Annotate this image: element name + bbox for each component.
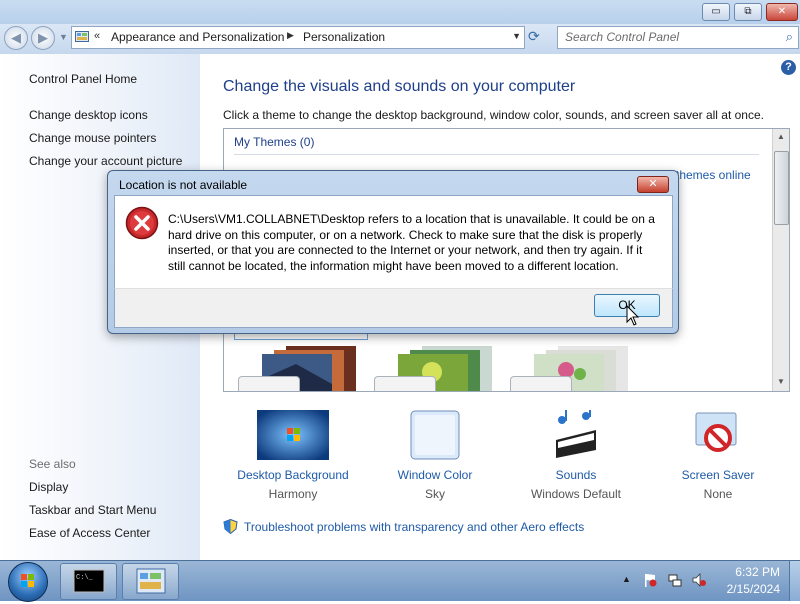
navigation-bar: ◀ ▶ ▼ « Appearance and Personalization ▶… bbox=[0, 24, 800, 54]
chevron-left-icon: « bbox=[94, 30, 101, 42]
recent-pages-dropdown[interactable]: ▼ bbox=[59, 32, 68, 42]
desktop-background-label[interactable]: Desktop Background bbox=[223, 468, 363, 482]
taskbar-start-menu-link[interactable]: Taskbar and Start Menu bbox=[29, 503, 156, 517]
svg-text:C:\_: C:\_ bbox=[76, 574, 94, 582]
troubleshoot-link[interactable]: Troubleshoot problems with transparency … bbox=[244, 520, 584, 534]
error-dialog: Location is not available ✕ C:\Users\VM1… bbox=[107, 170, 679, 334]
ease-of-access-link[interactable]: Ease of Access Center bbox=[29, 526, 150, 540]
screen-saver-icon bbox=[695, 412, 737, 452]
change-account-picture-link[interactable]: Change your account picture bbox=[29, 154, 182, 168]
refresh-icon[interactable]: ⟳ bbox=[528, 28, 540, 45]
my-themes-heading: My Themes (0) bbox=[234, 135, 315, 149]
control-panel-home-link[interactable]: Control Panel Home bbox=[29, 72, 137, 86]
theme-list-scrollbar[interactable]: ▲ ▼ bbox=[772, 129, 789, 391]
forward-button[interactable]: ▶ bbox=[31, 26, 55, 50]
window-color-label[interactable]: Window Color bbox=[365, 468, 505, 482]
windows-logo-icon bbox=[21, 574, 34, 587]
scrollbar-thumb[interactable] bbox=[774, 151, 789, 225]
window-color-value: Sky bbox=[424, 487, 445, 501]
breadcrumb-appearance[interactable]: Appearance and Personalization bbox=[111, 30, 284, 44]
page-title: Change the visuals and sounds on your co… bbox=[223, 78, 576, 95]
desktop-background-option[interactable]: Desktop Background Harmony bbox=[223, 410, 363, 501]
desktop-background-value: Harmony bbox=[268, 487, 318, 501]
taskbar-control-panel-button[interactable] bbox=[122, 563, 179, 600]
screen-saver-value: None bbox=[703, 487, 733, 501]
theme-thumbnail-scenes-pill[interactable] bbox=[510, 376, 572, 391]
shield-icon bbox=[223, 519, 238, 534]
sounds-label[interactable]: Sounds bbox=[506, 468, 646, 482]
help-icon[interactable]: ? bbox=[781, 60, 796, 75]
window-titlebar: ▭ ⧉ ✕ bbox=[0, 0, 800, 24]
maximize-button[interactable]: ⧉ bbox=[734, 3, 762, 21]
error-icon bbox=[125, 206, 159, 240]
scroll-up-icon[interactable]: ▲ bbox=[777, 132, 785, 141]
window-color-option[interactable]: Window Color Sky bbox=[365, 410, 505, 501]
address-bar[interactable]: « Appearance and Personalization ▶ Perso… bbox=[71, 26, 525, 49]
window-color-icon bbox=[410, 410, 460, 460]
page-subtitle: Click a theme to change the desktop back… bbox=[223, 108, 764, 122]
dialog-body: C:\Users\VM1.COLLABNET\Desktop refers to… bbox=[114, 195, 673, 290]
desktop-background-icon bbox=[257, 410, 329, 460]
action-center-flag-icon[interactable] bbox=[643, 573, 657, 587]
divider bbox=[234, 154, 759, 155]
sounds-option[interactable]: Sounds Windows Default bbox=[506, 408, 646, 501]
screen-saver-label[interactable]: Screen Saver bbox=[648, 468, 788, 482]
network-icon[interactable] bbox=[668, 573, 682, 587]
search-placeholder: Search Control Panel bbox=[565, 30, 680, 44]
dialog-close-button[interactable]: ✕ bbox=[637, 176, 669, 193]
minimize-button[interactable]: ▭ bbox=[702, 3, 730, 21]
change-mouse-pointers-link[interactable]: Change mouse pointers bbox=[29, 131, 156, 145]
dialog-message: C:\Users\VM1.COLLABNET\Desktop refers to… bbox=[168, 212, 655, 273]
clock-time[interactable]: 6:32 PM bbox=[700, 565, 780, 579]
start-button[interactable] bbox=[8, 562, 48, 602]
search-input[interactable]: Search Control Panel ⌕ bbox=[557, 26, 799, 49]
see-also-heading: See also bbox=[29, 457, 76, 471]
control-panel-taskbar-icon bbox=[136, 568, 166, 594]
scroll-down-icon[interactable]: ▼ bbox=[777, 377, 785, 386]
theme-thumbnail-landscapes-pill[interactable] bbox=[238, 376, 300, 391]
dialog-title: Location is not available bbox=[119, 178, 248, 192]
change-desktop-icons-link[interactable]: Change desktop icons bbox=[29, 108, 148, 122]
show-desktop-button[interactable] bbox=[789, 561, 800, 601]
close-button[interactable]: ✕ bbox=[766, 3, 798, 21]
control-panel-icon bbox=[75, 31, 89, 42]
mouse-cursor-icon bbox=[626, 305, 640, 326]
sounds-value: Windows Default bbox=[530, 487, 622, 501]
breadcrumb-separator-icon[interactable]: ▶ bbox=[287, 30, 294, 41]
screen-saver-option[interactable]: Screen Saver None bbox=[648, 410, 788, 501]
tray-expand-icon[interactable]: ▲ bbox=[622, 574, 631, 584]
back-button[interactable]: ◀ bbox=[4, 26, 28, 50]
clock-date[interactable]: 2/15/2024 bbox=[700, 582, 780, 596]
address-dropdown-icon[interactable]: ▼ bbox=[512, 31, 521, 41]
dialog-footer bbox=[114, 288, 673, 328]
display-link[interactable]: Display bbox=[29, 480, 68, 494]
command-prompt-icon: C:\_ bbox=[73, 569, 105, 593]
get-more-themes-link[interactable]: themes online bbox=[676, 168, 751, 182]
taskbar-cmd-button[interactable]: C:\_ bbox=[60, 563, 117, 600]
breadcrumb-personalization[interactable]: Personalization bbox=[303, 30, 385, 44]
theme-thumbnail-nature-pill[interactable] bbox=[374, 376, 436, 391]
sounds-icon bbox=[556, 408, 596, 458]
search-icon[interactable]: ⌕ bbox=[786, 29, 793, 45]
